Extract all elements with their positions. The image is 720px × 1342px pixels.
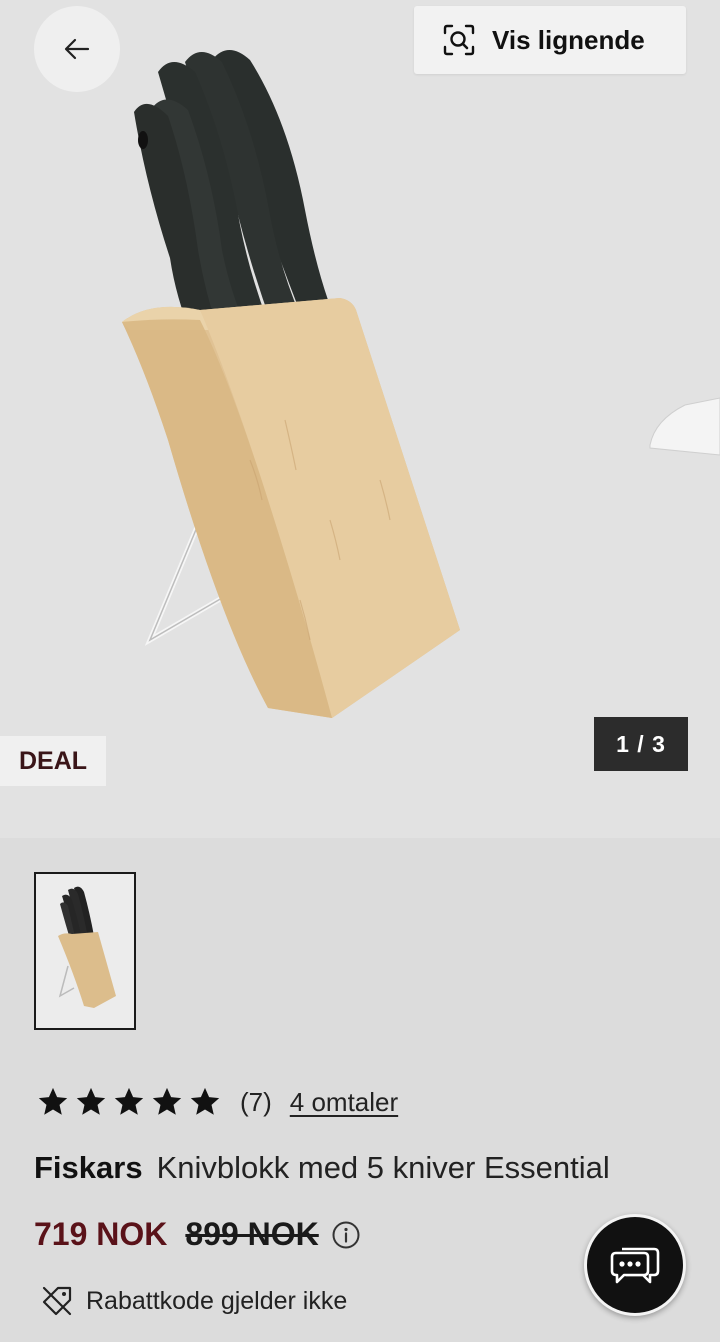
rating-row: (7) 4 omtaler (36, 1082, 398, 1122)
back-button[interactable] (34, 6, 120, 92)
brand-name[interactable]: Fiskars (34, 1150, 143, 1185)
current-price: 719 NOK (34, 1216, 168, 1252)
star-icon (114, 1087, 144, 1115)
reviews-link[interactable]: 4 omtaler (290, 1087, 398, 1118)
discount-note-text: Rabattkode gjelder ikke (86, 1286, 348, 1315)
chat-bubbles-icon (610, 1247, 660, 1284)
price-row: 719 NOK 899 NOK (34, 1216, 361, 1253)
image-pager-indicator: 1 / 3 (594, 717, 688, 771)
image-thumbnail[interactable] (34, 872, 136, 1030)
star-icon (38, 1087, 68, 1115)
visual-search-icon (443, 24, 475, 56)
chat-button[interactable] (584, 1214, 686, 1316)
star-icon (76, 1087, 106, 1115)
discount-code-note: Rabattkode gjelder ikke (40, 1284, 347, 1318)
product-image (122, 50, 720, 718)
tag-off-icon (42, 1286, 72, 1316)
product-image-gallery[interactable]: Vis lignende DEAL 1 / 3 (0, 0, 720, 838)
arrow-left-icon (64, 38, 90, 60)
deal-badge: DEAL (0, 736, 106, 786)
info-circle-icon[interactable] (331, 1220, 361, 1250)
original-price: 899 NOK (185, 1216, 319, 1252)
show-similar-label: Vis lignende (492, 24, 645, 55)
product-title: Fiskars Knivblokk med 5 kniver Essential (34, 1150, 610, 1186)
star-rating (36, 1085, 222, 1119)
rating-count: (7) (240, 1086, 272, 1117)
thumbnail-image (36, 874, 134, 1028)
star-icon (152, 1087, 182, 1115)
show-similar-button[interactable]: Vis lignende (414, 6, 686, 74)
star-icon (190, 1087, 220, 1115)
product-name: Knivblokk med 5 kniver Essential (156, 1150, 610, 1185)
